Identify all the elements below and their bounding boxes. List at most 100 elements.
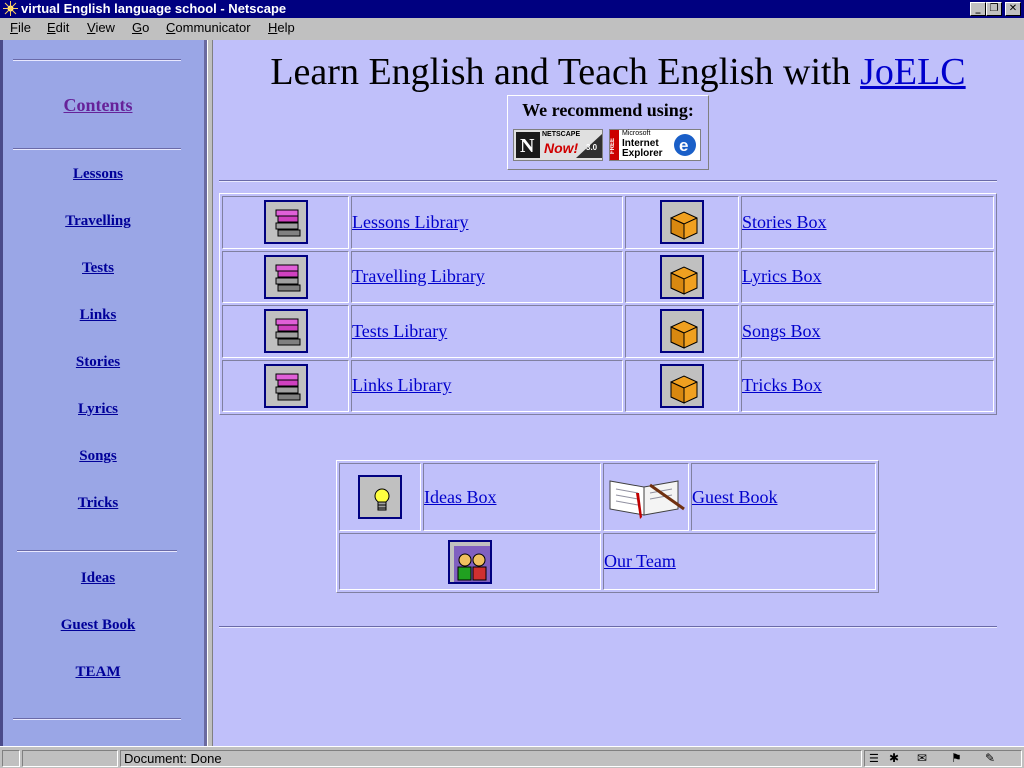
table-row: Travelling Library Lyrics Box — [222, 250, 994, 303]
library-cell: Tests Library — [351, 305, 623, 358]
box-icon[interactable] — [660, 309, 704, 354]
status-bar: Document: Done ☰ ✱ ✉ ⚑ ✎ — [0, 746, 1024, 768]
icon-cell — [222, 305, 349, 358]
joelc-link[interactable]: JoELC — [860, 51, 966, 93]
library-table: Lessons Library Stories Box Travelling L… — [219, 193, 997, 415]
sidebar-item-team[interactable]: TEAM — [3, 664, 193, 681]
component-bar: ☰ ✱ ✉ ⚑ ✎ — [864, 750, 1022, 767]
table-row: Links Library Tricks Box — [222, 359, 994, 412]
divider — [219, 180, 997, 182]
netscape-badge-line1: NETSCAPE — [542, 131, 581, 138]
icon-cell — [603, 463, 689, 532]
guest-book-link[interactable]: Guest Book — [692, 487, 778, 507]
songs-box-link[interactable]: Songs Box — [742, 321, 821, 341]
sidebar-item-travelling[interactable]: Travelling — [3, 213, 193, 230]
divider — [13, 718, 181, 720]
minimize-button[interactable]: _ — [970, 2, 986, 16]
netscape-now-badge[interactable]: N NETSCAPE Now! 3.0 — [513, 129, 603, 161]
recommend-box: We recommend using: N NETSCAPE Now! 3.0 … — [507, 95, 709, 170]
box-icon[interactable] — [660, 254, 704, 299]
status-message: Document: Done — [124, 751, 222, 766]
internet-explorer-badge[interactable]: e FREE Microsoft Internet Explorer — [609, 129, 701, 161]
ie-badge-line3: Explorer — [622, 148, 663, 159]
sidebar-contents-link[interactable]: Contents — [3, 95, 193, 116]
icon-cell — [222, 196, 349, 249]
sidebar-item-lyrics[interactable]: Lyrics — [3, 401, 193, 418]
stories-box-link[interactable]: Stories Box — [742, 212, 827, 232]
table-row: Tests Library Songs Box — [222, 305, 994, 358]
travelling-library-link[interactable]: Travelling Library — [352, 266, 485, 286]
mail-icon[interactable]: ✉ — [917, 751, 927, 765]
sidebar-item-tests[interactable]: Tests — [3, 260, 193, 277]
table-row: Ideas Box Guest Book — [339, 463, 876, 532]
guestbook-cell: Guest Book — [691, 463, 876, 532]
icon-cell — [339, 533, 601, 590]
library-cell: Travelling Library — [351, 250, 623, 303]
box-cell: Tricks Box — [741, 359, 994, 412]
sidebar-item-stories[interactable]: Stories — [3, 354, 193, 371]
window-titlebar: virtual English language school - Netsca… — [0, 0, 1024, 18]
box-cell: Stories Box — [741, 196, 994, 249]
team-cell: Our Team — [603, 533, 876, 590]
sidebar-item-guest-book[interactable]: Guest Book — [3, 617, 193, 634]
table-row: Lessons Library Stories Box — [222, 196, 994, 249]
navigator-icon[interactable]: ☰ — [869, 752, 879, 765]
menu-communicator[interactable]: Communicator — [166, 20, 251, 35]
divider — [17, 550, 177, 552]
close-button[interactable]: ✕ — [1005, 2, 1021, 16]
menu-go[interactable]: Go — [132, 20, 149, 35]
menu-edit[interactable]: Edit — [47, 20, 69, 35]
sidebar-item-ideas[interactable]: Ideas — [3, 570, 193, 587]
messenger-icon[interactable]: ✱ — [889, 751, 899, 765]
svg-text:N: N — [520, 135, 535, 157]
box-icon[interactable] — [660, 363, 704, 408]
ideas-cell: Ideas Box — [423, 463, 601, 532]
page-title: Learn English and Teach English with JoE… — [233, 50, 1003, 94]
main-frame: Learn English and Teach English with JoE… — [213, 40, 1024, 746]
divider — [13, 59, 181, 61]
menu-help[interactable]: Help — [268, 20, 295, 35]
lyrics-box-link[interactable]: Lyrics Box — [742, 266, 822, 286]
sidebar-item-songs[interactable]: Songs — [3, 448, 193, 465]
headline-text: Learn English and Teach English with — [270, 51, 851, 93]
library-cell: Links Library — [351, 359, 623, 412]
sidebar-frame: Contents Lessons Travelling Tests Links … — [0, 40, 207, 746]
restore-button[interactable]: ❐ — [986, 2, 1002, 16]
sidebar-item-tricks[interactable]: Tricks — [3, 495, 193, 512]
divider — [219, 626, 997, 628]
recommend-label: We recommend using: — [522, 100, 694, 120]
box-icon[interactable] — [660, 200, 704, 245]
books-icon[interactable] — [263, 254, 308, 299]
icon-cell — [222, 359, 349, 412]
tests-library-link[interactable]: Tests Library — [352, 321, 447, 341]
lightbulb-icon[interactable] — [358, 475, 402, 520]
our-team-link[interactable]: Our Team — [604, 551, 676, 571]
tricks-box-link[interactable]: Tricks Box — [742, 375, 822, 395]
books-icon[interactable] — [263, 363, 308, 408]
netscape-badge-line2: Now! — [544, 140, 579, 156]
icon-cell — [625, 359, 739, 412]
icon-cell — [222, 250, 349, 303]
books-icon[interactable] — [263, 200, 308, 245]
menu-view[interactable]: View — [87, 20, 115, 35]
icon-cell — [625, 250, 739, 303]
security-lock-icon[interactable] — [2, 750, 20, 767]
table-row: Our Team — [339, 533, 876, 590]
composer-icon[interactable]: ✎ — [985, 751, 995, 765]
menu-file[interactable]: File — [10, 20, 31, 35]
ideas-box-link[interactable]: Ideas Box — [424, 487, 496, 507]
sidebar-item-links[interactable]: Links — [3, 307, 193, 324]
status-text: Document: Done — [120, 750, 862, 767]
lessons-library-link[interactable]: Lessons Library — [352, 212, 468, 232]
progress-box — [22, 750, 118, 767]
box-cell: Songs Box — [741, 305, 994, 358]
icon-cell — [625, 196, 739, 249]
books-icon[interactable] — [263, 309, 308, 354]
open-book-icon[interactable] — [606, 471, 686, 519]
sidebar-item-lessons[interactable]: Lessons — [3, 166, 193, 183]
links-library-link[interactable]: Links Library — [352, 375, 451, 395]
icon-cell — [339, 463, 421, 532]
divider — [13, 148, 181, 150]
team-icon[interactable] — [448, 539, 492, 584]
discussion-icon[interactable]: ⚑ — [951, 751, 962, 765]
